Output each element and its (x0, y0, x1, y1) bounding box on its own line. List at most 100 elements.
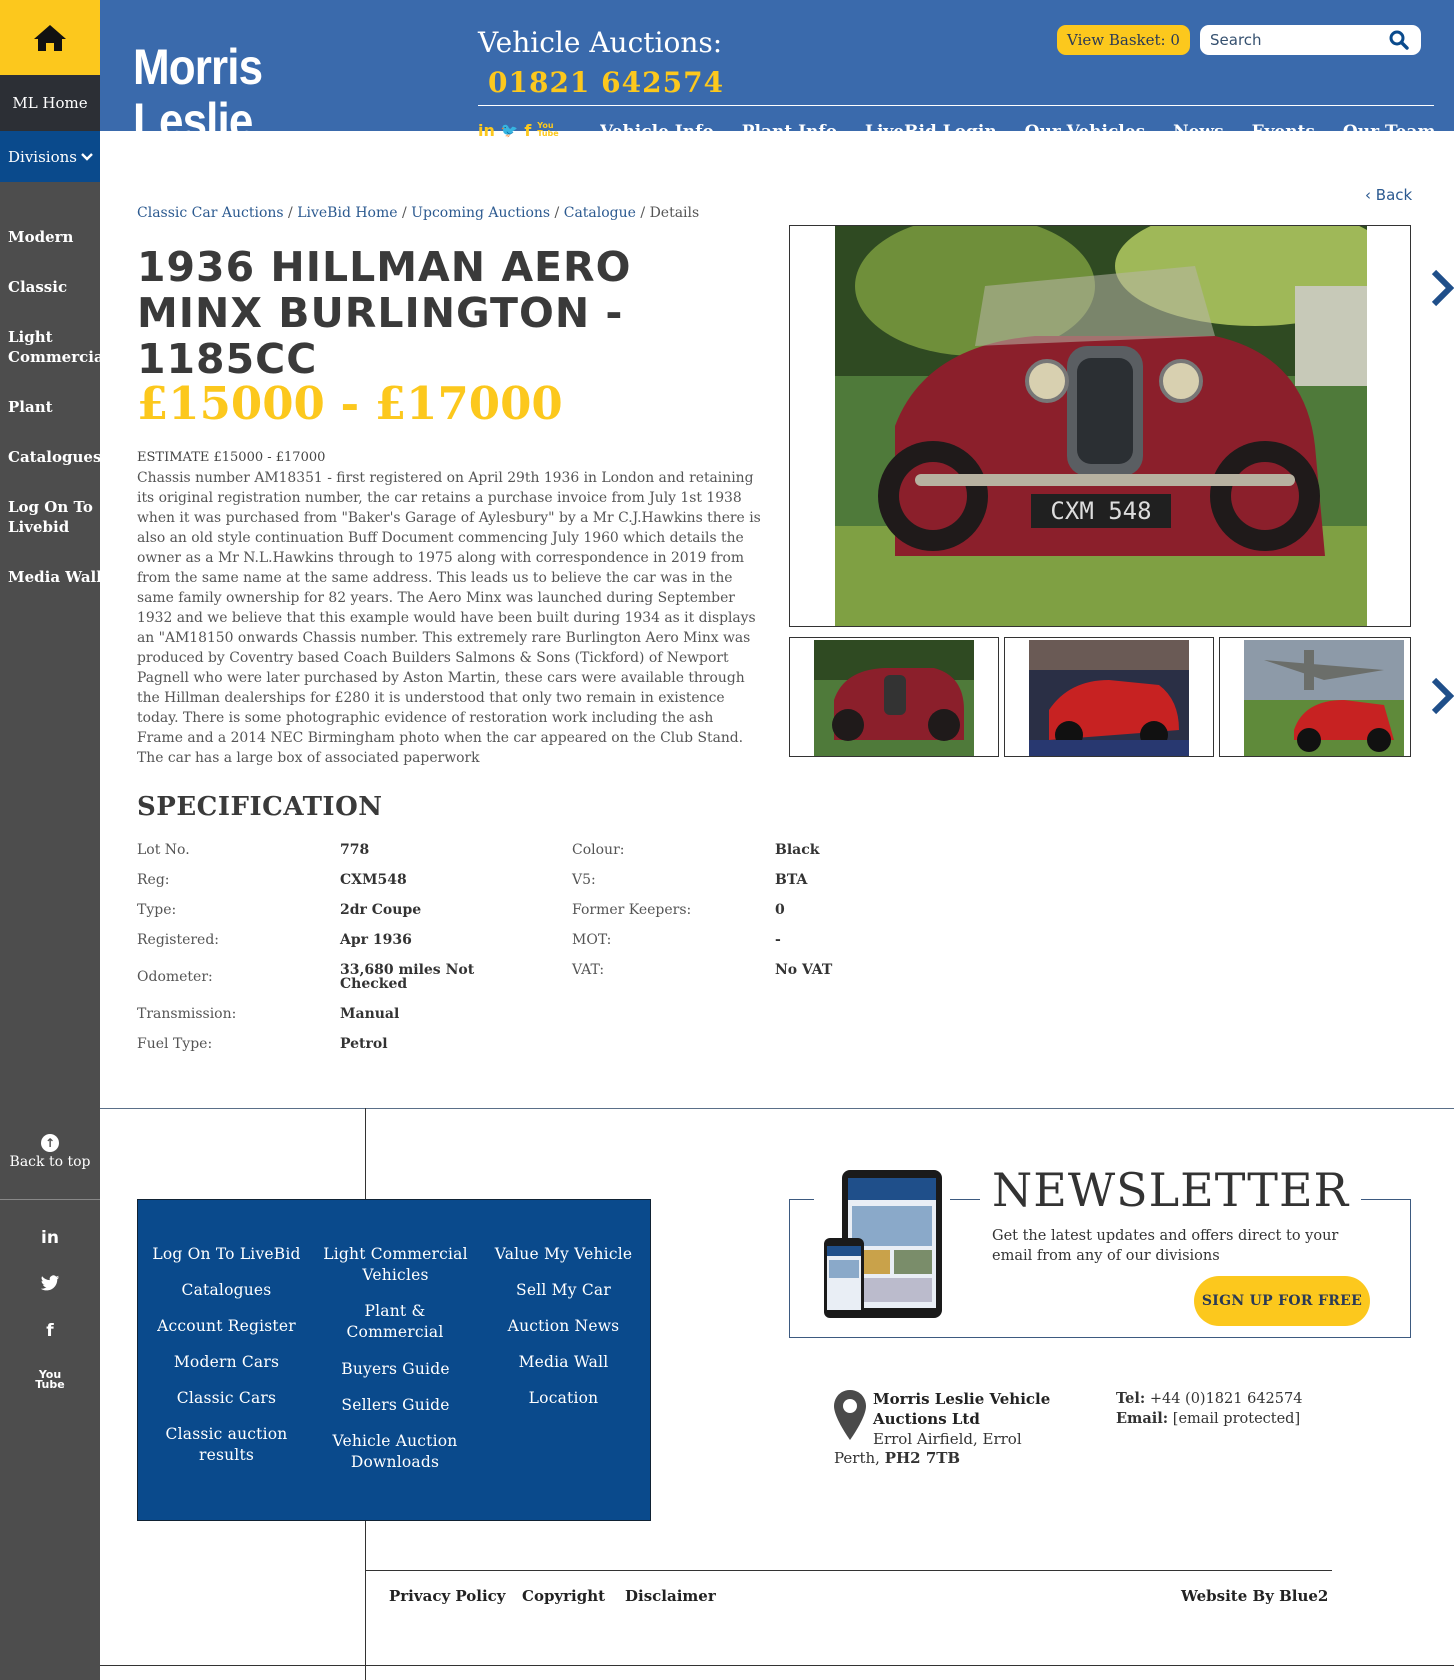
breadcrumb: Classic Car Auctions / LiveBid Home / Up… (137, 205, 699, 221)
lot-price: £15000 - £17000 (137, 377, 563, 430)
logo-subtitle: AUCTIONS (286, 148, 408, 173)
footer-link[interactable]: Location (481, 1388, 646, 1409)
main-vehicle-image[interactable]: CXM 548 (789, 225, 1411, 627)
footer-link[interactable]: Classic Cars (144, 1388, 309, 1409)
email[interactable]: [email protected] (1173, 1411, 1300, 1427)
breadcrumb-separator: / (283, 205, 298, 221)
spec-value: Apr 1936 (340, 932, 412, 948)
website-credit-link[interactable]: Website By Blue2 (1181, 1587, 1328, 1605)
back-to-top-button[interactable]: ↑ Back to top (0, 1132, 100, 1200)
facebook-icon[interactable]: f (0, 1321, 100, 1341)
footer-link[interactable]: Classic auction results (144, 1424, 309, 1466)
specification-heading: SPECIFICATION (137, 792, 383, 822)
privacy-policy-link[interactable]: Privacy Policy (389, 1587, 506, 1605)
nav-item[interactable]: Our Team (1343, 122, 1434, 131)
footer-divider (365, 1570, 1332, 1571)
newsletter-heading: NEWSLETTER (980, 1162, 1362, 1218)
telephone[interactable]: +44 (0)1821 642574 (1150, 1391, 1303, 1407)
lot-estimate: ESTIMATE £15000 - £17000 (137, 450, 326, 465)
ml-home-link[interactable]: ML Home (0, 75, 100, 131)
spec-label: Lot No. (137, 842, 190, 858)
footer-link[interactable]: Auction News (481, 1316, 646, 1337)
sidebar-item-modern[interactable]: Modern (8, 227, 100, 247)
footer-link[interactable]: Media Wall (481, 1352, 646, 1373)
tel-label: Tel: (1116, 1390, 1146, 1407)
youtube-icon[interactable]: You Tube (537, 122, 558, 140)
thumbnail-image[interactable] (1219, 637, 1411, 757)
youtube-icon[interactable]: You Tube (0, 1369, 100, 1390)
footer-link[interactable]: Plant & Commercial (330, 1301, 460, 1343)
facebook-icon[interactable]: f (524, 122, 531, 140)
divisions-menu[interactable]: Divisions (0, 131, 100, 182)
arrow-up-icon: ↑ (41, 1134, 59, 1152)
spec-value: 778 (340, 842, 370, 858)
footer-link[interactable]: Value My Vehicle (481, 1244, 646, 1265)
spec-value: BTA (775, 872, 808, 888)
next-image-arrow-icon[interactable] (1430, 268, 1454, 308)
site-header: Morris Leslie AUCTIONS Vehicle Auctions:… (100, 0, 1454, 173)
footer-divider (100, 1665, 1454, 1666)
search-icon[interactable] (1389, 30, 1409, 50)
spec-label: Former Keepers: (572, 902, 692, 918)
spec-label: Fuel Type: (137, 1036, 213, 1052)
copyright-link[interactable]: Copyright (522, 1587, 605, 1605)
home-icon (34, 24, 66, 51)
next-thumbnail-arrow-icon[interactable] (1430, 676, 1454, 716)
footer-link[interactable]: Account Register (144, 1316, 309, 1337)
footer-link[interactable]: Buyers Guide (313, 1359, 478, 1380)
breadcrumb-separator: / (397, 205, 412, 221)
sidebar-item-classic[interactable]: Classic (8, 277, 100, 297)
footer-link[interactable]: Sell My Car (481, 1280, 646, 1301)
nav-item[interactable]: LiveBid Login (865, 122, 997, 131)
breadcrumb-link[interactable]: Classic Car Auctions (137, 205, 284, 221)
sidebar-item-catalogues[interactable]: Catalogues (8, 447, 100, 467)
breadcrumb-separator: / (635, 205, 650, 221)
home-button[interactable] (0, 0, 100, 75)
linkedin-icon[interactable]: in (478, 122, 495, 140)
disclaimer-link[interactable]: Disclaimer (625, 1587, 716, 1605)
town: Perth, (834, 1449, 880, 1467)
nav-item[interactable]: Events (1252, 122, 1315, 131)
email-label: Email: (1116, 1410, 1169, 1427)
spec-value: No VAT (775, 962, 833, 978)
twitter-icon[interactable]: 🐦 (501, 122, 518, 140)
breadcrumb-link[interactable]: Catalogue (564, 205, 636, 221)
footer-link[interactable]: Catalogues (144, 1280, 309, 1301)
nav-item[interactable]: Vehicle Info (600, 122, 714, 131)
spec-label: VAT: (572, 962, 605, 978)
header-phone[interactable]: 01821 642574 (488, 66, 724, 99)
back-link[interactable]: ‹ Back (1365, 186, 1412, 204)
spec-value: Petrol (340, 1036, 388, 1052)
twitter-icon[interactable] (0, 1275, 100, 1297)
breadcrumb-current: Details (649, 205, 700, 221)
signup-button[interactable]: SIGN UP FOR FREE (1194, 1276, 1370, 1326)
basket-count: 0 (1170, 31, 1180, 49)
newsletter-text: Get the latest updates and offers direct… (992, 1228, 1339, 1264)
breadcrumb-link[interactable]: Upcoming Auctions (411, 205, 550, 221)
main-nav: Vehicle Info Plant Info LiveBid Login Ou… (600, 122, 1434, 131)
thumbnail-image[interactable] (789, 637, 999, 757)
linkedin-icon[interactable]: in (0, 1228, 100, 1248)
nav-item[interactable]: Our Vehicles (1025, 122, 1146, 131)
footer-link[interactable]: Modern Cars (144, 1352, 309, 1373)
sidebar-item-media-wall[interactable]: Media Wall (8, 567, 100, 587)
logo[interactable]: Morris Leslie AUCTIONS (133, 40, 408, 173)
thumbnail-image[interactable] (1004, 637, 1214, 757)
search-input[interactable] (1200, 25, 1421, 55)
nav-item[interactable]: News (1173, 122, 1224, 131)
footer-link[interactable]: Log On To LiveBid (144, 1244, 309, 1265)
footer-link[interactable]: Light Commercial Vehicles (313, 1244, 478, 1286)
sidebar-item-livebid[interactable]: Log On To Livebid (8, 497, 96, 537)
spec-label: Registered: (137, 932, 220, 948)
contact-block: Tel: +44 (0)1821 642574 Email: [email pr… (1116, 1389, 1302, 1429)
sidebar-item-light-commercial[interactable]: Light Commercial (8, 327, 100, 367)
nav-item[interactable]: Plant Info (742, 122, 837, 131)
spec-value: CXM548 (340, 872, 407, 888)
footer-link[interactable]: Sellers Guide (313, 1395, 478, 1416)
sidebar-item-plant[interactable]: Plant (8, 397, 100, 417)
breadcrumb-link[interactable]: LiveBid Home (297, 205, 397, 221)
spec-value: - (775, 932, 781, 948)
view-basket-button[interactable]: View Basket: 0 (1057, 25, 1190, 55)
header-divider (478, 105, 1434, 106)
footer-link[interactable]: Vehicle Auction Downloads (330, 1431, 460, 1473)
